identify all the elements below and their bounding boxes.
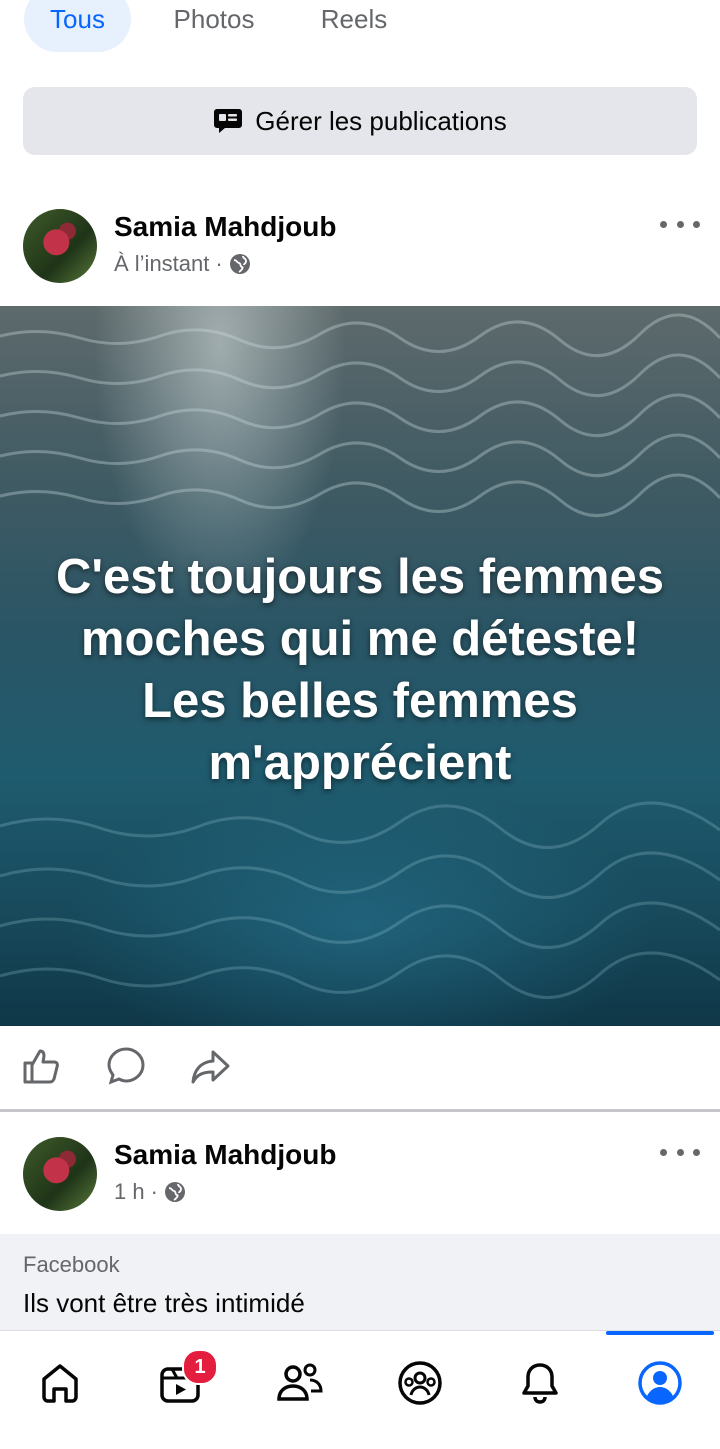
post-time[interactable]: 1 h (114, 1179, 145, 1205)
profile-icon[interactable] (636, 1359, 684, 1407)
post-header: Samia Mahdjoub À l’instant · (0, 209, 720, 305)
globe-icon (229, 253, 251, 275)
more-dot-icon (660, 1148, 667, 1156)
shared-source: Facebook (23, 1252, 120, 1277)
shared-content[interactable]: Facebook Ils vont être très intimidé (0, 1234, 720, 1330)
bottom-nav: 1 (0, 1330, 720, 1449)
post-image[interactable]: C'est toujours les femmes moches qui me … (0, 306, 720, 1026)
post-header: Samia Mahdjoub 1 h · (0, 1137, 720, 1233)
comment-icon[interactable] (106, 1046, 146, 1086)
video-badge: 1 (182, 1349, 218, 1385)
friends-icon[interactable] (276, 1359, 324, 1407)
tab-photos[interactable]: Photos (144, 0, 284, 52)
more-dot-icon (676, 1148, 684, 1156)
more-dot-icon (693, 1148, 700, 1156)
post-actions (0, 1046, 720, 1092)
groups-icon[interactable] (396, 1359, 444, 1407)
post-options-button[interactable] (660, 1137, 700, 1167)
post-image-text: C'est toujours les femmes moches qui me … (55, 550, 664, 790)
home-icon[interactable] (36, 1359, 84, 1407)
post-author[interactable]: Samia Mahdjoub (114, 211, 336, 243)
manage-posts-button[interactable]: Gérer les publications (23, 87, 697, 155)
post-meta: 1 h · (114, 1179, 186, 1205)
meta-separator: · (150, 1179, 158, 1204)
tab-tous[interactable]: Tous (24, 0, 131, 52)
manage-posts-icon (213, 106, 243, 136)
more-dot-icon (660, 220, 667, 228)
more-dot-icon (693, 220, 700, 228)
video-icon[interactable]: 1 (156, 1349, 218, 1407)
post-options-button[interactable] (660, 209, 700, 239)
post-author[interactable]: Samia Mahdjoub (114, 1139, 336, 1171)
filter-tabs: Tous Photos Reels (0, 0, 720, 60)
manage-posts-label: Gérer les publications (255, 105, 507, 136)
post-time[interactable]: À l’instant (114, 251, 209, 277)
share-icon[interactable] (190, 1046, 230, 1086)
like-icon[interactable] (22, 1046, 62, 1086)
post-meta: À l’instant · (114, 251, 251, 277)
notifications-icon[interactable] (516, 1359, 564, 1407)
more-dot-icon (676, 220, 684, 228)
avatar[interactable] (23, 1137, 97, 1211)
globe-icon (164, 1181, 186, 1203)
avatar[interactable] (23, 209, 97, 283)
meta-separator: · (215, 251, 223, 276)
tab-reels[interactable]: Reels (294, 0, 414, 52)
shared-title: Ils vont être très intimidé (23, 1288, 305, 1318)
post-divider (0, 1109, 720, 1112)
active-tab-indicator (606, 1331, 714, 1335)
